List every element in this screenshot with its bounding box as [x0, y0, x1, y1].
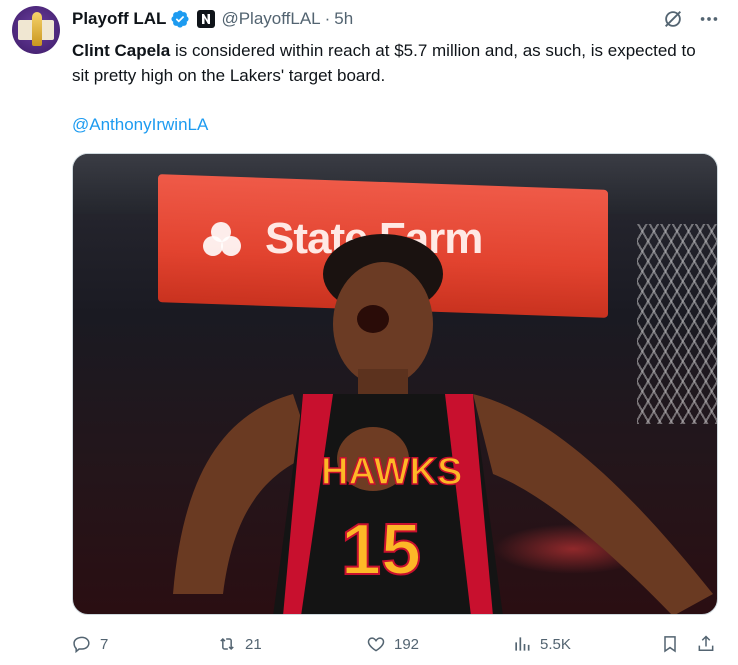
- action-bar: 7 21 192 5.5K: [72, 630, 718, 658]
- bookmark-icon: [664, 636, 676, 653]
- reply-button[interactable]: 7: [72, 634, 108, 654]
- verified-badge-icon: [171, 10, 189, 28]
- jersey-team: HAWKS: [321, 451, 462, 493]
- trophy-icon: [32, 12, 42, 46]
- like-button[interactable]: 192: [366, 634, 419, 654]
- share-button[interactable]: [696, 634, 716, 654]
- affiliate-badge-icon[interactable]: [197, 10, 216, 28]
- views-button[interactable]: 5.5K: [512, 634, 571, 654]
- display-name[interactable]: Playoff LAL: [72, 9, 166, 29]
- retweet-count: 21: [245, 635, 262, 653]
- player-figure: HAWKS 15: [173, 234, 713, 614]
- handle[interactable]: @PlayoffLAL: [221, 9, 320, 29]
- tweet-header: Playoff LAL @PlayoffLAL · 5h: [72, 8, 353, 30]
- share-icon: [698, 635, 714, 651]
- retweet-icon: [220, 637, 234, 651]
- grok-icon[interactable]: [662, 8, 684, 30]
- more-options-icon[interactable]: [698, 8, 720, 30]
- timestamp[interactable]: 5h: [334, 9, 353, 29]
- avatar[interactable]: [12, 6, 60, 54]
- reply-icon: [73, 636, 90, 654]
- reply-count: 7: [100, 635, 109, 653]
- like-count: 192: [394, 635, 420, 653]
- bookmark-button[interactable]: [660, 634, 680, 654]
- tweet: Playoff LAL @PlayoffLAL · 5h Clint Capel…: [0, 0, 738, 665]
- views-icon: [515, 637, 530, 651]
- jersey-number: 15: [341, 510, 421, 590]
- bold-name: Clint Capela: [72, 41, 171, 60]
- top-actions: [662, 8, 720, 30]
- tweet-text: Clint Capela is considered within reach …: [72, 38, 712, 88]
- heart-icon: [367, 637, 385, 652]
- mention-link[interactable]: @AnthonyIrwinLA: [72, 112, 208, 137]
- view-count: 5.5K: [540, 635, 571, 653]
- retweet-button[interactable]: 21: [217, 634, 262, 654]
- tweet-photo[interactable]: State Farm HAWKS 15: [72, 153, 718, 615]
- separator-dot: ·: [324, 9, 331, 28]
